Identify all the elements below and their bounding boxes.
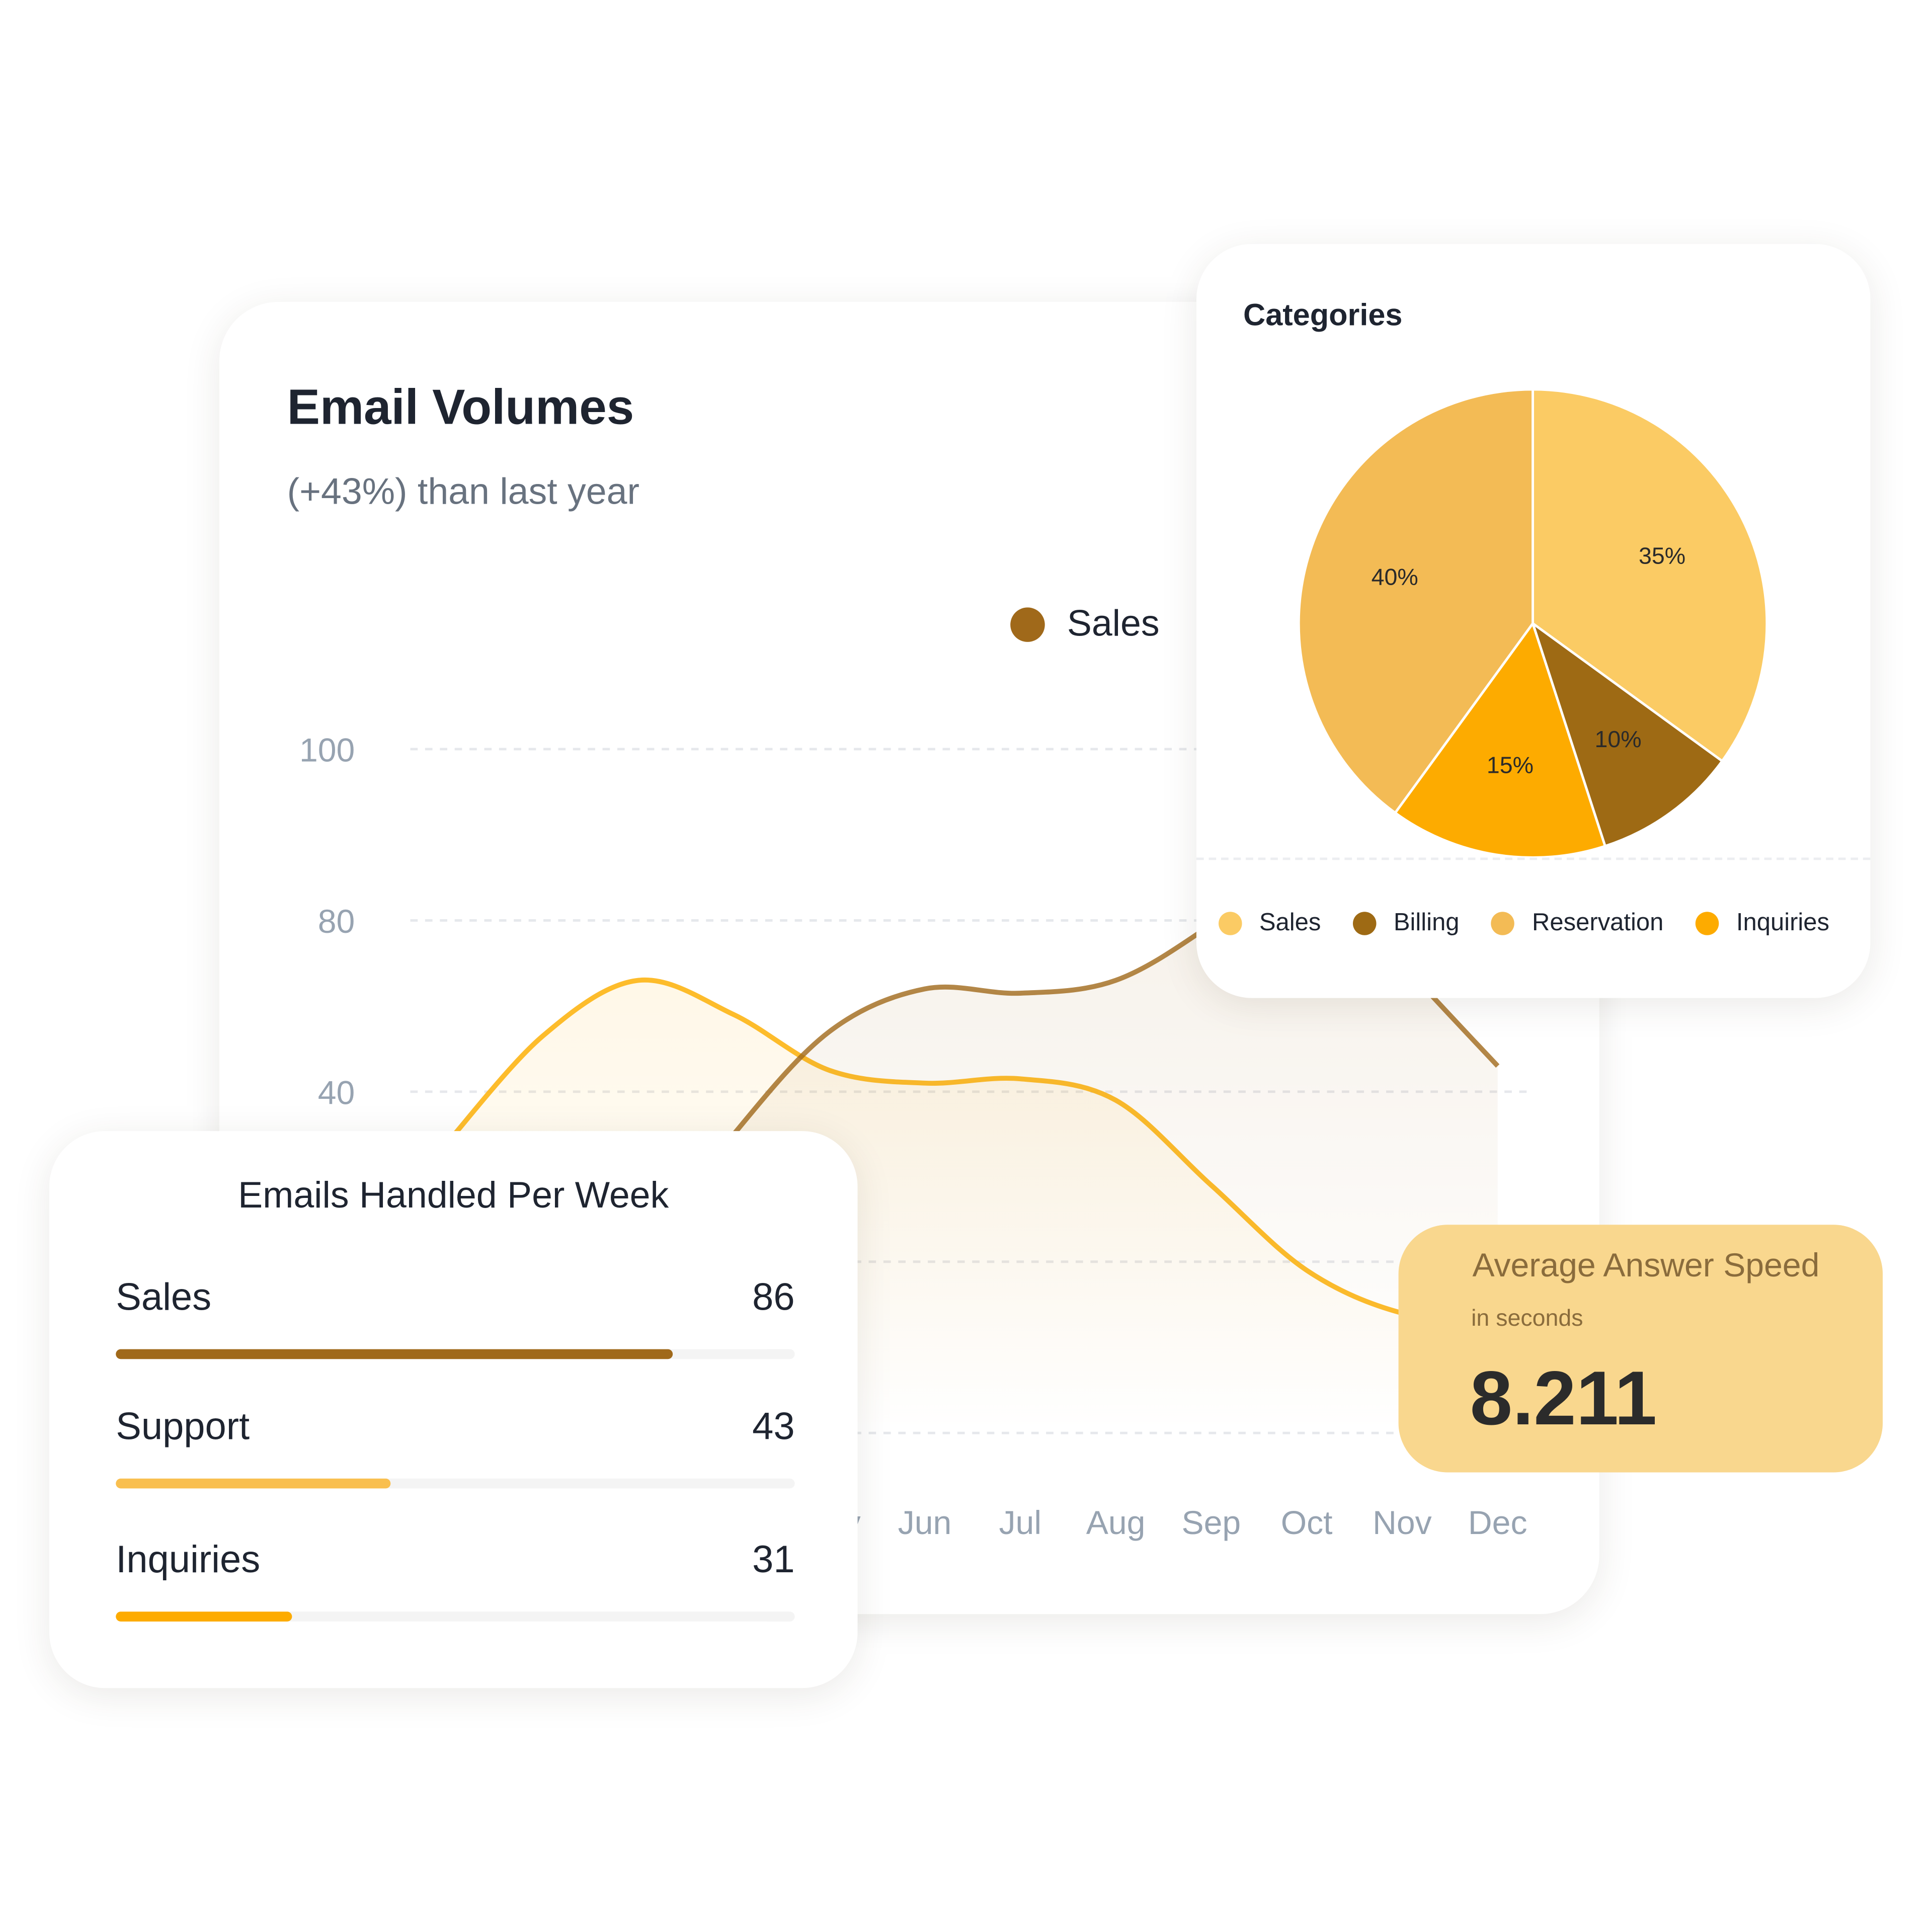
legend-item-sales[interactable]: Sales <box>1219 909 1321 937</box>
legend-label: Sales <box>1067 604 1160 645</box>
pie-slice-label: 40% <box>1372 564 1418 590</box>
x-tick-label: Oct <box>1281 1504 1333 1542</box>
legend-item-sales[interactable]: Sales <box>1010 604 1160 646</box>
row-value: 31 <box>752 1538 795 1581</box>
legend-label: Billing <box>1393 909 1460 937</box>
card-subtitle: (+43%) than last year <box>287 471 639 513</box>
x-tick-label: Dec <box>1468 1504 1527 1542</box>
progress-fill <box>116 1478 391 1489</box>
legend-item-billing[interactable]: Billing <box>1353 909 1460 937</box>
progress-track <box>116 1612 795 1622</box>
row-label: Inquiries <box>116 1538 261 1581</box>
row-value: 86 <box>752 1275 795 1319</box>
row-value: 43 <box>752 1404 795 1448</box>
y-tick-label: 80 <box>318 903 355 940</box>
legend-dot-icon <box>1696 912 1719 935</box>
legend-dot-icon <box>1491 912 1515 935</box>
legend-label: Reservation <box>1532 909 1664 937</box>
pie-slice-label: 15% <box>1487 752 1534 778</box>
card-title: Average Answer Speed <box>1472 1247 1820 1284</box>
divider <box>1196 857 1871 860</box>
legend-dot-icon <box>1219 912 1242 935</box>
x-tick-label: Sep <box>1182 1504 1241 1542</box>
legend-label: Sales <box>1259 909 1321 937</box>
progress-fill <box>116 1612 293 1622</box>
pie-slice-label: 35% <box>1639 543 1685 569</box>
x-tick-label: Aug <box>1086 1504 1146 1542</box>
row-label: Support <box>116 1404 250 1448</box>
pie-legend: Sales Billing Reservation Inquiries <box>1219 909 1829 937</box>
legend-item-reservation[interactable]: Reservation <box>1491 909 1663 937</box>
categories-pie: 35% 10% 15% 40% <box>1297 388 1768 859</box>
categories-card: Categories 35% 10% 15% 40% Sales Billing Re… <box>1196 244 1871 998</box>
card-title: Emails Handled Per Week <box>238 1175 669 1217</box>
legend-dot-icon <box>1010 607 1045 642</box>
y-tick-label: 100 <box>299 732 355 769</box>
y-tick-label: 40 <box>318 1074 355 1111</box>
progress-track <box>116 1349 795 1359</box>
x-tick-label: Jul <box>999 1504 1041 1542</box>
progress-track <box>116 1478 795 1489</box>
speed-value: 8.211 <box>1470 1356 1657 1442</box>
x-tick-label: Nov <box>1373 1504 1432 1542</box>
card-title: Email Volumes <box>287 380 634 435</box>
progress-fill <box>116 1349 673 1359</box>
row-label: Sales <box>116 1275 212 1319</box>
average-answer-speed-card: Average Answer Speed in seconds 8.211 <box>1398 1225 1883 1473</box>
legend-item-inquiries[interactable]: Inquiries <box>1696 909 1829 937</box>
x-tick-label: Jun <box>898 1504 952 1542</box>
emails-per-week-card: Emails Handled Per Week Sales 86 Support… <box>49 1131 858 1688</box>
legend-dot-icon <box>1353 912 1377 935</box>
unit-label: in seconds <box>1471 1306 1583 1332</box>
legend-label: Inquiries <box>1736 909 1830 937</box>
pie-slice-label: 10% <box>1595 726 1642 752</box>
